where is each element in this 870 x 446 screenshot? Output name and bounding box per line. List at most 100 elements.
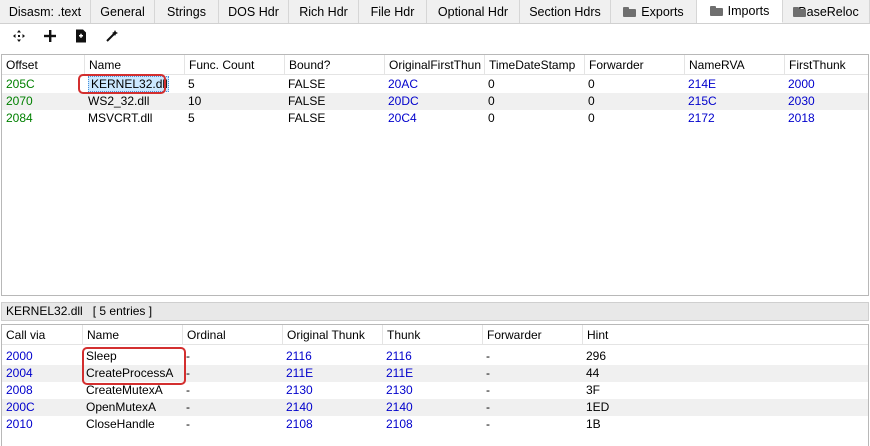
namerva-cell: 2172 xyxy=(688,111,715,125)
forwarder-cell: - xyxy=(486,417,490,431)
column-header-firstthunk[interactable]: FirstThunk xyxy=(784,55,868,75)
call-via-cell: 2004 xyxy=(6,366,33,380)
tab-label: BaseReloc xyxy=(798,4,859,19)
toolbar xyxy=(0,24,870,48)
hint-cell: 1B xyxy=(586,417,601,431)
firstthunk-cell: 2018 xyxy=(788,111,815,125)
column-header-namerva[interactable]: NameRVA xyxy=(684,55,784,75)
tab-label: Optional Hdr xyxy=(437,4,509,19)
status-entry-count: [ 5 entries ] xyxy=(92,304,153,318)
name-cell: MSVCRT.dll xyxy=(88,111,153,125)
original-thunk-cell: 2130 xyxy=(286,383,313,397)
name-cell: WS2_32.dll xyxy=(88,94,150,108)
oft-cell: 20AC xyxy=(388,77,419,91)
column-header-offset[interactable]: Offset xyxy=(2,55,84,75)
imports-table-header: Offset Name Func. Count Bound? OriginalF… xyxy=(2,55,868,75)
column-header-thunk[interactable]: Thunk xyxy=(382,325,482,345)
oft-cell: 20DC xyxy=(388,94,419,108)
ordinal-cell: - xyxy=(186,417,190,431)
bound-cell: FALSE xyxy=(288,94,326,108)
forwarder-cell: 0 xyxy=(588,77,595,91)
hint-cell: 3F xyxy=(586,383,601,397)
tab-label: Section Hdrs xyxy=(529,4,601,19)
column-header-forwarder[interactable]: Forwarder xyxy=(584,55,684,75)
tab-basereloc[interactable]: BaseReloc xyxy=(783,0,870,23)
function-name-cell: CloseHandle xyxy=(86,417,155,431)
column-header-name[interactable]: Name xyxy=(84,55,184,75)
tab-optional-hdr[interactable]: Optional Hdr xyxy=(427,0,520,23)
tab-label: Imports xyxy=(727,4,770,18)
forwarder-cell: - xyxy=(486,349,490,363)
hint-cell: 44 xyxy=(586,366,600,380)
table-row[interactable]: 200C OpenMutexA - 2140 2140 - 1ED xyxy=(2,399,868,416)
offset-cell: 2070 xyxy=(6,94,33,108)
column-header-original-thunk[interactable]: Original Thunk xyxy=(282,325,382,345)
thunk-cell: 2116 xyxy=(386,349,412,363)
timestamp-cell: 0 xyxy=(488,94,495,108)
original-thunk-cell: 2116 xyxy=(286,349,312,363)
tab-dos-hdr[interactable]: DOS Hdr xyxy=(219,0,289,23)
column-header-forwarder[interactable]: Forwarder xyxy=(482,325,582,345)
firstthunk-cell: 2030 xyxy=(788,94,815,108)
column-header-timedatestamp[interactable]: TimeDateStamp xyxy=(484,55,584,75)
column-header-func-count[interactable]: Func. Count xyxy=(184,55,284,75)
call-via-cell: 2008 xyxy=(6,383,33,397)
table-row[interactable]: 205C KERNEL32.dll 5 FALSE 20AC 0 0 214E … xyxy=(2,76,868,93)
add-icon[interactable] xyxy=(39,25,61,47)
bound-cell: FALSE xyxy=(288,77,326,91)
dll-name-selected: KERNEL32.dll xyxy=(88,76,169,92)
tab-label: File Hdr xyxy=(370,4,415,19)
column-header-call-via[interactable]: Call via xyxy=(2,325,82,345)
tab-strings[interactable]: Strings xyxy=(155,0,219,23)
function-name-cell: CreateProcessA xyxy=(86,366,174,380)
thunk-cell: 2130 xyxy=(386,383,413,397)
tab-section-hdrs[interactable]: Section Hdrs xyxy=(520,0,611,23)
offset-cell: 205C xyxy=(6,77,35,91)
functions-table-header: Call via Name Ordinal Original Thunk Thu… xyxy=(2,325,868,345)
imports-table: Offset Name Func. Count Bound? OriginalF… xyxy=(1,54,869,296)
tab-general[interactable]: General xyxy=(91,0,155,23)
func-count-cell: 5 xyxy=(188,77,195,91)
tab-label: Rich Hdr xyxy=(299,4,348,19)
column-header-name[interactable]: Name xyxy=(82,325,182,345)
forwarder-cell: - xyxy=(486,400,490,414)
wand-icon[interactable] xyxy=(101,25,123,47)
tab-disasm[interactable]: Disasm: .text xyxy=(0,0,91,23)
thunk-cell: 211E xyxy=(386,366,414,380)
selected-dll-status: KERNEL32.dll [ 5 entries ] xyxy=(1,302,869,321)
table-row[interactable]: 2004 CreateProcessA - 211E 211E - 44 xyxy=(2,365,868,382)
table-row[interactable]: 2070 WS2_32.dll 10 FALSE 20DC 0 0 215C 2… xyxy=(2,93,868,110)
tab-file-hdr[interactable]: File Hdr xyxy=(359,0,427,23)
thunk-cell: 2108 xyxy=(386,417,413,431)
tab-label: General xyxy=(100,4,145,19)
column-header-ordinal[interactable]: Ordinal xyxy=(182,325,282,345)
table-row[interactable]: 2084 MSVCRT.dll 5 FALSE 20C4 0 0 2172 20… xyxy=(2,110,868,127)
table-row[interactable]: 2008 CreateMutexA - 2130 2130 - 3F xyxy=(2,382,868,399)
call-via-cell: 2010 xyxy=(6,417,33,431)
call-via-cell: 2000 xyxy=(6,349,33,363)
table-row[interactable]: 2010 CloseHandle - 2108 2108 - 1B xyxy=(2,416,868,433)
status-dll-name: KERNEL32.dll xyxy=(6,304,83,318)
ordinal-cell: - xyxy=(186,383,190,397)
folder-icon xyxy=(623,6,637,17)
tab-exports[interactable]: Exports xyxy=(611,0,697,23)
move-icon[interactable] xyxy=(8,25,30,47)
original-thunk-cell: 2140 xyxy=(286,400,313,414)
tab-rich-hdr[interactable]: Rich Hdr xyxy=(289,0,359,23)
oft-cell: 20C4 xyxy=(388,111,417,125)
offset-cell: 2084 xyxy=(6,111,33,125)
tab-imports[interactable]: Imports xyxy=(697,0,783,23)
column-header-hint[interactable]: Hint xyxy=(582,325,868,345)
ordinal-cell: - xyxy=(186,349,190,363)
namerva-cell: 215C xyxy=(688,94,717,108)
call-via-cell: 200C xyxy=(6,400,35,414)
name-cell: KERNEL32.dll xyxy=(84,76,184,93)
save-file-icon[interactable] xyxy=(70,25,92,47)
func-count-cell: 5 xyxy=(188,111,195,125)
table-row[interactable]: 2000 Sleep - 2116 2116 - 296 xyxy=(2,348,868,365)
tab-bar: Disasm: .text General Strings DOS Hdr Ri… xyxy=(0,0,870,24)
column-header-bound[interactable]: Bound? xyxy=(284,55,384,75)
column-header-original-first-thunk[interactable]: OriginalFirstThun xyxy=(384,55,484,75)
function-name-cell: OpenMutexA xyxy=(86,400,157,414)
folder-icon xyxy=(709,6,723,16)
